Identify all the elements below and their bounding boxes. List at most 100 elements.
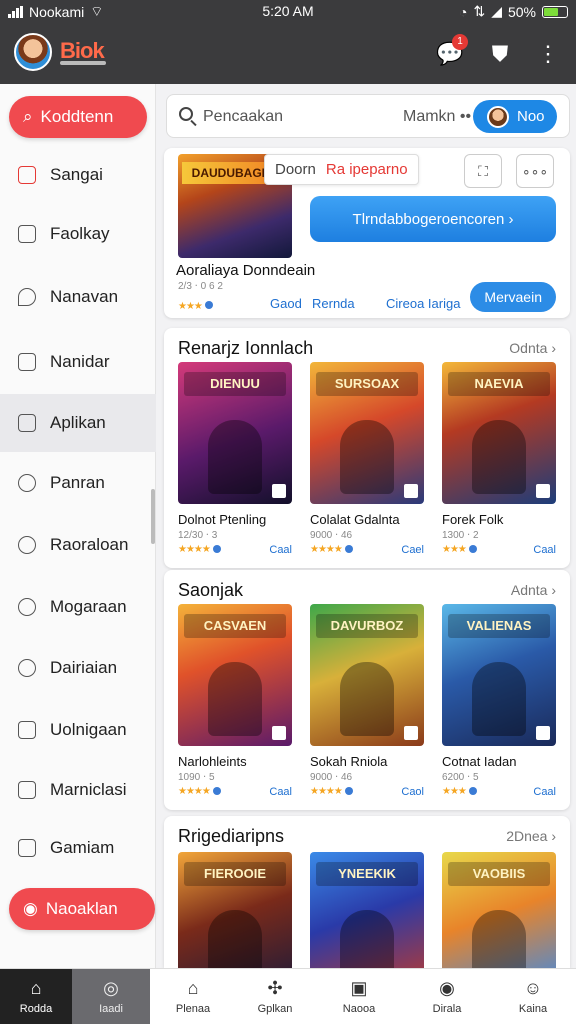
sidebar-item-label: Faolkay: [50, 224, 110, 243]
bag-icon: [18, 721, 36, 739]
nav-item[interactable]: ◉ Dirala: [406, 969, 488, 1024]
game-meta: 1300 ‧ 2: [442, 530, 479, 541]
featured-title: Aoraliaya Donndeain: [176, 262, 316, 279]
featured-link-2[interactable]: Rernda: [312, 296, 355, 311]
featured-card[interactable]: DAUDUBAGER Doorn Ra ipeparno ⛶ ∘∘∘ Tlrnd…: [164, 148, 570, 318]
game-tile[interactable]: VALIENAS Cotnat Iadan 6200 ‧ 5 ★★★ Caal: [442, 604, 556, 798]
featured-rating: ★★★: [178, 296, 213, 314]
game-art-title: YNEEKIK: [316, 862, 418, 886]
section-more-link[interactable]: Odnta ›: [509, 340, 556, 356]
get-button[interactable]: Caol: [401, 786, 424, 798]
game-tile[interactable]: YNEEKIK: [310, 852, 424, 968]
game-art[interactable]: CASVAEN: [178, 604, 292, 746]
game-art[interactable]: NAEVIA: [442, 362, 556, 504]
get-button[interactable]: Caal: [269, 544, 292, 556]
character-figure: [340, 420, 394, 494]
get-button[interactable]: Caal: [269, 786, 292, 798]
shop-icon[interactable]: ⛊: [486, 40, 514, 68]
search-bar: Pencaakan Mamkn •• Noo: [166, 94, 570, 138]
sidebar-item[interactable]: Nanidar: [0, 333, 156, 391]
search-input[interactable]: Pencaakan: [203, 108, 283, 126]
get-button[interactable]: Caal: [533, 544, 556, 556]
game-section: Rrigediaripns 2Dnea › FIEROOIE YNEEKIK V…: [164, 816, 570, 968]
sidebar-scrollbar[interactable]: [151, 489, 155, 544]
sidebar-item[interactable]: Dairiaian: [0, 639, 156, 697]
search-mode-dropdown[interactable]: Mamkn ••: [403, 108, 471, 126]
game-art[interactable]: DAVURBOZ: [310, 604, 424, 746]
nav-home[interactable]: ⌂ Rodda: [0, 969, 72, 1024]
chat-icon[interactable]: 💬 1: [436, 34, 468, 68]
star-icon: ★★★: [178, 301, 203, 312]
game-art[interactable]: YNEEKIK: [310, 852, 424, 968]
nav-item[interactable]: ☺ Kaina: [492, 969, 574, 1024]
bottom-navigation: ⌂ Rodda ◎ Iaadi ⌂ Plenaa ✣ Gplkan ▣ Naooa ◉ Di…: [0, 968, 576, 1024]
game-meta: 1090 ‧ 5: [178, 772, 215, 783]
nav-label: Iaadi: [99, 1003, 123, 1015]
nav-item[interactable]: ⌂ Plenaa: [152, 969, 234, 1024]
game-tile[interactable]: NAEVIA Forek Folk 1300 ‧ 2 ★★★ Caal: [442, 362, 556, 556]
status-bar: Nookami ⌔ 5:20 AM ◔ ⇅ ◢ 50%: [0, 0, 576, 22]
sidebar-item[interactable]: Panran: [0, 454, 156, 512]
sidebar-bottom-button[interactable]: ◉ Naoaklan: [9, 888, 155, 930]
game-tile[interactable]: CASVAEN Narlohleints 1090 ‧ 5 ★★★★ Caal: [178, 604, 292, 798]
star-icon: ★★★★: [310, 786, 343, 797]
character-figure: [472, 420, 526, 494]
sidebar-item[interactable]: Sangai: [0, 146, 156, 204]
badge-icon: [468, 787, 477, 796]
avatar[interactable]: [14, 33, 52, 71]
sidebar-item[interactable]: Uolnigaan: [0, 701, 156, 759]
section-more-link[interactable]: 2Dnea ›: [506, 828, 556, 844]
game-art-title: DIENUU: [184, 372, 286, 396]
more-icon[interactable]: ∘∘∘: [516, 154, 554, 188]
game-tile[interactable]: SURSOAX Colalat Gdalnta 9000 ‧ 46 ★★★★ Ca…: [310, 362, 424, 556]
record-icon: ◉: [23, 899, 38, 918]
game-tile[interactable]: DIENUU Dolnot Ptenling 12/30 ‧ 3 ★★★★ Caa…: [178, 362, 292, 556]
game-art-title: VALIENAS: [448, 614, 550, 638]
brand-mark-icon: [404, 484, 418, 498]
game-art[interactable]: VAOBIIS: [442, 852, 556, 968]
featured-action-button[interactable]: Mervaein: [470, 282, 556, 312]
featured-link-3[interactable]: Cireoa Iariga: [386, 296, 460, 311]
expand-icon[interactable]: ⛶: [464, 154, 502, 188]
target-icon: ◉: [439, 978, 455, 998]
sidebar-item[interactable]: Faolkay: [0, 205, 156, 263]
game-art[interactable]: DIENUU: [178, 362, 292, 504]
chat-bubble-icon: [18, 659, 36, 677]
sidebar-item[interactable]: Nanavan: [0, 268, 156, 326]
sidebar-item-active[interactable]: Aplikan: [0, 394, 156, 452]
game-art[interactable]: VALIENAS: [442, 604, 556, 746]
game-tile[interactable]: FIEROOIE: [178, 852, 292, 968]
game-rating-row: ★★★★ Caal: [178, 544, 292, 556]
nav-label: Rodda: [19, 1003, 53, 1015]
game-tile[interactable]: VAOBIIS: [442, 852, 556, 968]
sidebar-item[interactable]: Mogaraan: [0, 578, 156, 636]
sidebar-item-label: Dairiaian: [50, 658, 118, 677]
sidebar-top-button[interactable]: ⌕ Koddtenn: [9, 96, 147, 138]
featured-main-button[interactable]: Tlrndabbogeroencoren ›: [310, 196, 556, 242]
nav-item[interactable]: ✣ Gplkan: [234, 969, 316, 1024]
profile-button[interactable]: Noo: [473, 100, 557, 133]
more-options-icon[interactable]: ⋮: [534, 40, 562, 68]
game-meta: 12/30 ‧ 3: [178, 530, 218, 541]
game-section: Renarjz Ionnlach Odnta › DIENUU Dolnot P…: [164, 328, 570, 568]
game-tile[interactable]: DAVURBOZ Sokah Rniola 9000 ‧ 46 ★★★★ Caol: [310, 604, 424, 798]
get-button[interactable]: Cael: [401, 544, 424, 556]
game-art[interactable]: FIEROOIE: [178, 852, 292, 968]
get-button[interactable]: Caal: [533, 786, 556, 798]
badge-icon: [344, 787, 353, 796]
game-art[interactable]: SURSOAX: [310, 362, 424, 504]
sidebar-item[interactable]: Raoraloan: [0, 516, 156, 574]
game-name: Cotnat Iadan: [442, 754, 517, 769]
nav-label: Naooa: [342, 1003, 376, 1015]
game-rating-row: ★★★ Caal: [442, 544, 556, 556]
nav-item[interactable]: ◎ Iaadi: [72, 969, 150, 1024]
avatar: [487, 105, 509, 128]
sidebar-item[interactable]: Marniclasi: [0, 761, 156, 819]
section-title: Rrigediaripns: [178, 826, 285, 846]
sidebar-item[interactable]: Gamiam: [0, 819, 156, 877]
featured-link-1[interactable]: Gaod: [270, 296, 302, 311]
data-icon: ⇅: [473, 3, 486, 19]
section-more-link[interactable]: Adnta ›: [511, 582, 556, 598]
sidebar-item-label: Nanavan: [50, 287, 119, 306]
nav-item[interactable]: ▣ Naooa: [318, 969, 400, 1024]
